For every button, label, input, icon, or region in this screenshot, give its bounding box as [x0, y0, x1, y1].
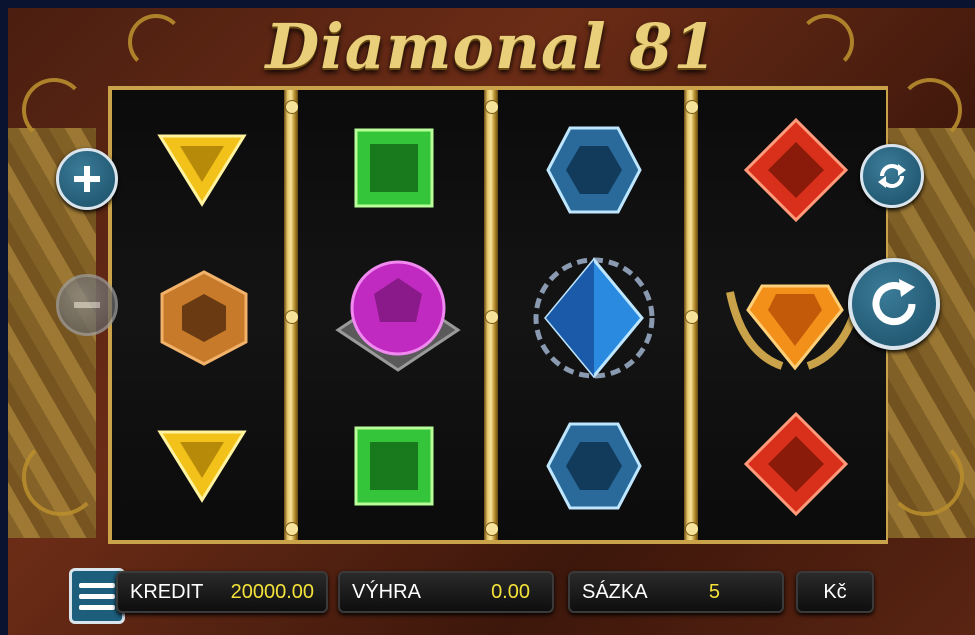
- reel-1: [112, 90, 300, 540]
- reel-divider: [484, 90, 499, 540]
- minus-icon: [74, 302, 100, 308]
- blue-diamond-gem: [533, 257, 655, 379]
- amber-hexagon-gem: [160, 270, 248, 366]
- blue-hexagon-gem: [546, 422, 642, 510]
- credit-label: KREDIT: [130, 580, 204, 603]
- orange-crown-gem: [726, 284, 864, 371]
- currency-label: Kč: [823, 580, 847, 603]
- bet-minus-button[interactable]: [56, 274, 118, 336]
- red-diamond-gem: [743, 117, 849, 223]
- game-title: Diamonal 81: [265, 10, 718, 83]
- blue-hexagon-gem: [546, 126, 642, 214]
- scroll-ornament: [898, 78, 962, 142]
- scroll-ornament: [886, 438, 964, 516]
- autoplay-button[interactable]: [860, 144, 924, 208]
- win-display: VÝHRA 0.00: [338, 571, 554, 613]
- scroll-ornament: [22, 438, 100, 516]
- currency-button[interactable]: Kč: [796, 571, 874, 613]
- bet-display: SÁZKA 5: [568, 571, 784, 613]
- bet-plus-button[interactable]: [56, 148, 118, 210]
- win-label: VÝHRA: [352, 580, 421, 603]
- autoplay-icon: [878, 164, 906, 188]
- yellow-triangle-gem: [157, 134, 247, 207]
- yellow-triangle-gem: [157, 430, 247, 503]
- plus-icon: [74, 166, 100, 192]
- scroll-ornament: [22, 78, 86, 142]
- reels-area: [108, 86, 888, 544]
- green-square-gem: [354, 128, 434, 208]
- credit-display: KREDIT 20000.00: [116, 571, 328, 613]
- menu-icon: [79, 582, 115, 610]
- game-frame: Diamonal 81 KREDIT 20000.00 VÝHRA 0.00 S…: [8, 8, 975, 635]
- spin-button[interactable]: [848, 258, 940, 350]
- green-square-gem: [354, 426, 434, 506]
- reel-3: [498, 90, 686, 540]
- reel-divider: [284, 90, 299, 540]
- spin-icon: [872, 279, 916, 326]
- purple-round-gem: [335, 260, 461, 372]
- bet-label: SÁZKA: [582, 580, 648, 603]
- reel-divider: [684, 90, 699, 540]
- win-value: 0.00: [491, 580, 530, 603]
- red-diamond-gem: [743, 411, 849, 517]
- bet-value: 5: [708, 580, 720, 603]
- credit-value: 20000.00: [230, 580, 314, 603]
- reel-2: [298, 90, 486, 540]
